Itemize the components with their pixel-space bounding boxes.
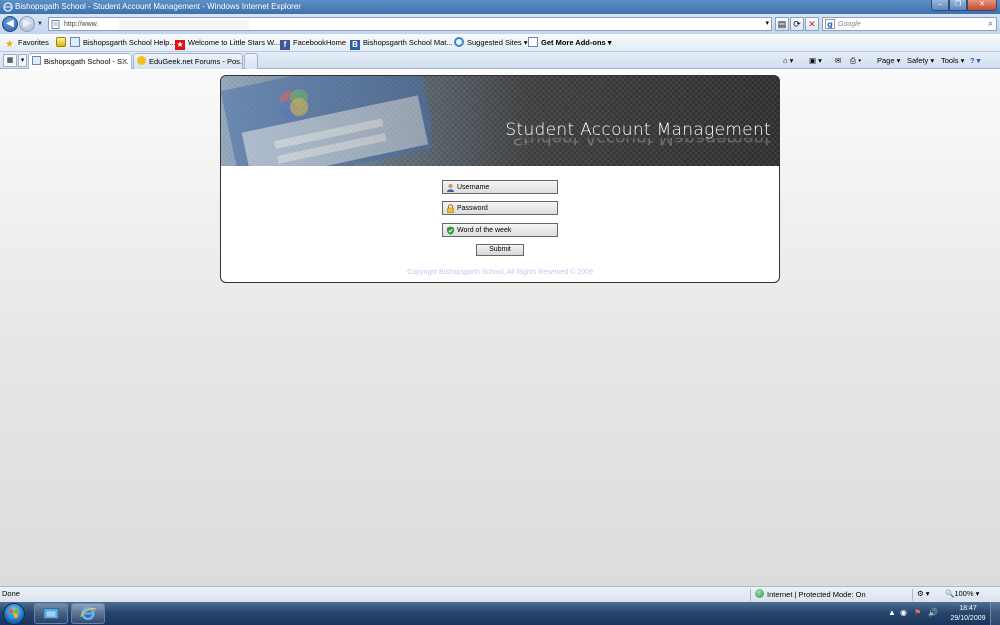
maximize-button[interactable]: ❐ (949, 0, 967, 11)
start-button[interactable] (3, 603, 25, 625)
back-button[interactable]: ◀ (2, 16, 18, 32)
explorer-folder-icon (43, 608, 59, 619)
username-placeholder: Username (457, 184, 490, 191)
favorites-button[interactable]: ★ Favorites (5, 37, 49, 50)
search-icon[interactable]: ⌕ (988, 18, 993, 29)
window-title-bar: Bishopsgath School - Student Account Man… (0, 0, 1000, 14)
username-field[interactable]: Username (442, 180, 558, 194)
address-toolbar: ◀ ▶ ▼ http://www. ▾ ▤ ⟳ ✕ g Google ⌕ (0, 14, 1000, 34)
copyright-text: Copyright Bishopsgarth School, All Right… (407, 269, 593, 276)
taskbar-ie-button[interactable] (71, 603, 105, 624)
zoom-level[interactable]: 🔍100% ▾ (945, 589, 979, 598)
show-hidden-icons[interactable]: ▲ (888, 608, 896, 617)
address-field[interactable]: http://www. ▾ (48, 17, 772, 31)
clock[interactable]: 18:47 29/10/2009 (948, 604, 988, 624)
word-of-the-week-field[interactable]: Word of the week (442, 223, 558, 237)
internet-explorer-icon (3, 2, 13, 12)
page-icon (51, 20, 60, 29)
clock-date: 29/10/2009 (950, 615, 986, 622)
show-desktop-button[interactable] (990, 602, 1000, 625)
status-bar: Done Internet | Protected Mode: On ⚙ ▾ 🔍… (0, 586, 1000, 602)
feeds-icon[interactable]: ▣ ▾ (809, 54, 822, 67)
page-content: Student Account Management Student Accou… (0, 70, 1000, 586)
page-menu[interactable]: Page ▾ (877, 54, 900, 67)
ie-suggested-icon (454, 37, 464, 47)
addons-page-icon (528, 37, 538, 47)
add-to-favorites-bar-icon[interactable] (56, 37, 69, 49)
tab-list-dropdown-icon[interactable]: ▾ (18, 54, 27, 67)
status-text: Done (2, 589, 20, 598)
user-icon (447, 184, 454, 192)
word-of-the-week-placeholder: Word of the week (457, 227, 512, 234)
favorite-link-1[interactable]: Bishopsgarth School Help... (70, 37, 176, 49)
favorite-link-home[interactable]: Home (326, 37, 346, 49)
address-dropdown-icon[interactable]: ▾ (765, 19, 769, 27)
submit-button[interactable]: Submit (476, 244, 524, 256)
search-field[interactable]: g Google ⌕ (822, 17, 997, 31)
window-title: Bishopsgath School - Student Account Man… (15, 2, 301, 11)
home-icon[interactable]: ⌂ ▾ (783, 54, 793, 67)
volume-tray-icon[interactable]: 🔊 (928, 608, 938, 617)
star-icon: ★ (5, 39, 14, 50)
globe-icon (755, 589, 764, 598)
login-panel: Student Account Management Student Accou… (220, 75, 780, 283)
favorite-link-2[interactable]: ★ Welcome to Little Stars W... (175, 37, 280, 50)
taskbar-explorer-button[interactable] (34, 603, 68, 624)
tab-row: ▦ ▾ Bishopsgath School - S... ✕ EduGeek.… (0, 52, 1000, 69)
print-icon[interactable]: ⎙ ▾ (850, 54, 861, 67)
protected-mode-icon[interactable]: ⚙ ▾ (917, 589, 930, 598)
header-banner: Student Account Management Student Accou… (221, 76, 779, 166)
red-star-icon: ★ (175, 40, 185, 50)
banner-title-reflection: Student Account Management (512, 138, 771, 148)
favorites-bar: ★ Favorites Bishopsgarth School Help... ★… (0, 34, 1000, 52)
minimize-button[interactable]: – (931, 0, 949, 11)
compatibility-view-icon[interactable]: ▤ (775, 17, 789, 31)
network-tray-icon[interactable]: ◉ (900, 608, 907, 617)
facebook-icon: f (280, 40, 290, 50)
stop-icon[interactable]: ✕ (805, 17, 819, 31)
clock-time: 18:47 (959, 605, 977, 612)
quick-tabs-icon[interactable]: ▦ (3, 54, 17, 67)
windows-logo-icon (9, 609, 18, 618)
tab-bishopsgath[interactable]: Bishopsgath School - S... ✕ (28, 53, 132, 69)
lock-icon (447, 204, 454, 213)
address-url: http://www. (64, 21, 99, 28)
shield-check-icon (447, 226, 454, 235)
banner-title: Student Account Management (505, 120, 771, 140)
b-logo-icon: B (350, 40, 360, 50)
action-center-tray-icon[interactable]: ⚑ (914, 608, 921, 617)
safety-menu[interactable]: Safety ▾ (907, 54, 934, 67)
password-field[interactable]: Password (442, 201, 558, 215)
close-tab-icon[interactable]: ✕ (121, 54, 128, 69)
search-placeholder: Google (838, 21, 861, 28)
ie-page-icon (32, 56, 41, 65)
close-window-button[interactable]: ✕ (967, 0, 997, 11)
internet-explorer-icon (80, 606, 97, 621)
forward-button[interactable]: ▶ (19, 16, 35, 32)
read-mail-icon[interactable]: ✉ (835, 54, 841, 67)
google-icon: g (825, 19, 835, 29)
tools-menu[interactable]: Tools ▾ (941, 54, 964, 67)
refresh-icon[interactable]: ⟳ (790, 17, 804, 31)
get-more-addons-link[interactable]: Get More Add-ons ▾ (528, 37, 612, 49)
ie-page-icon (70, 37, 80, 47)
recent-pages-dropdown-icon[interactable]: ▼ (37, 21, 43, 27)
address-url-redacted (119, 20, 249, 29)
svg-text:g: g (827, 20, 833, 29)
new-tab-button[interactable] (244, 53, 258, 69)
password-placeholder: Password (457, 205, 488, 212)
tab-edugeek[interactable]: EduGeek.net Forums - Pos... (133, 53, 243, 69)
banner-windows-login-image (221, 76, 431, 166)
favorite-link-facebook[interactable]: f Facebook (280, 37, 326, 50)
help-menu[interactable]: ? ▾ (970, 54, 980, 67)
edugeek-icon (137, 56, 146, 65)
taskbar: ▲ ◉ ⚑ 🔊 18:47 29/10/2009 (0, 602, 1000, 625)
security-zone[interactable]: Internet | Protected Mode: On (755, 589, 866, 599)
suggested-sites-link[interactable]: Suggested Sites ▾ (454, 37, 527, 49)
favorite-link-3[interactable]: B Bishopsgarth School Mat... (350, 37, 453, 50)
